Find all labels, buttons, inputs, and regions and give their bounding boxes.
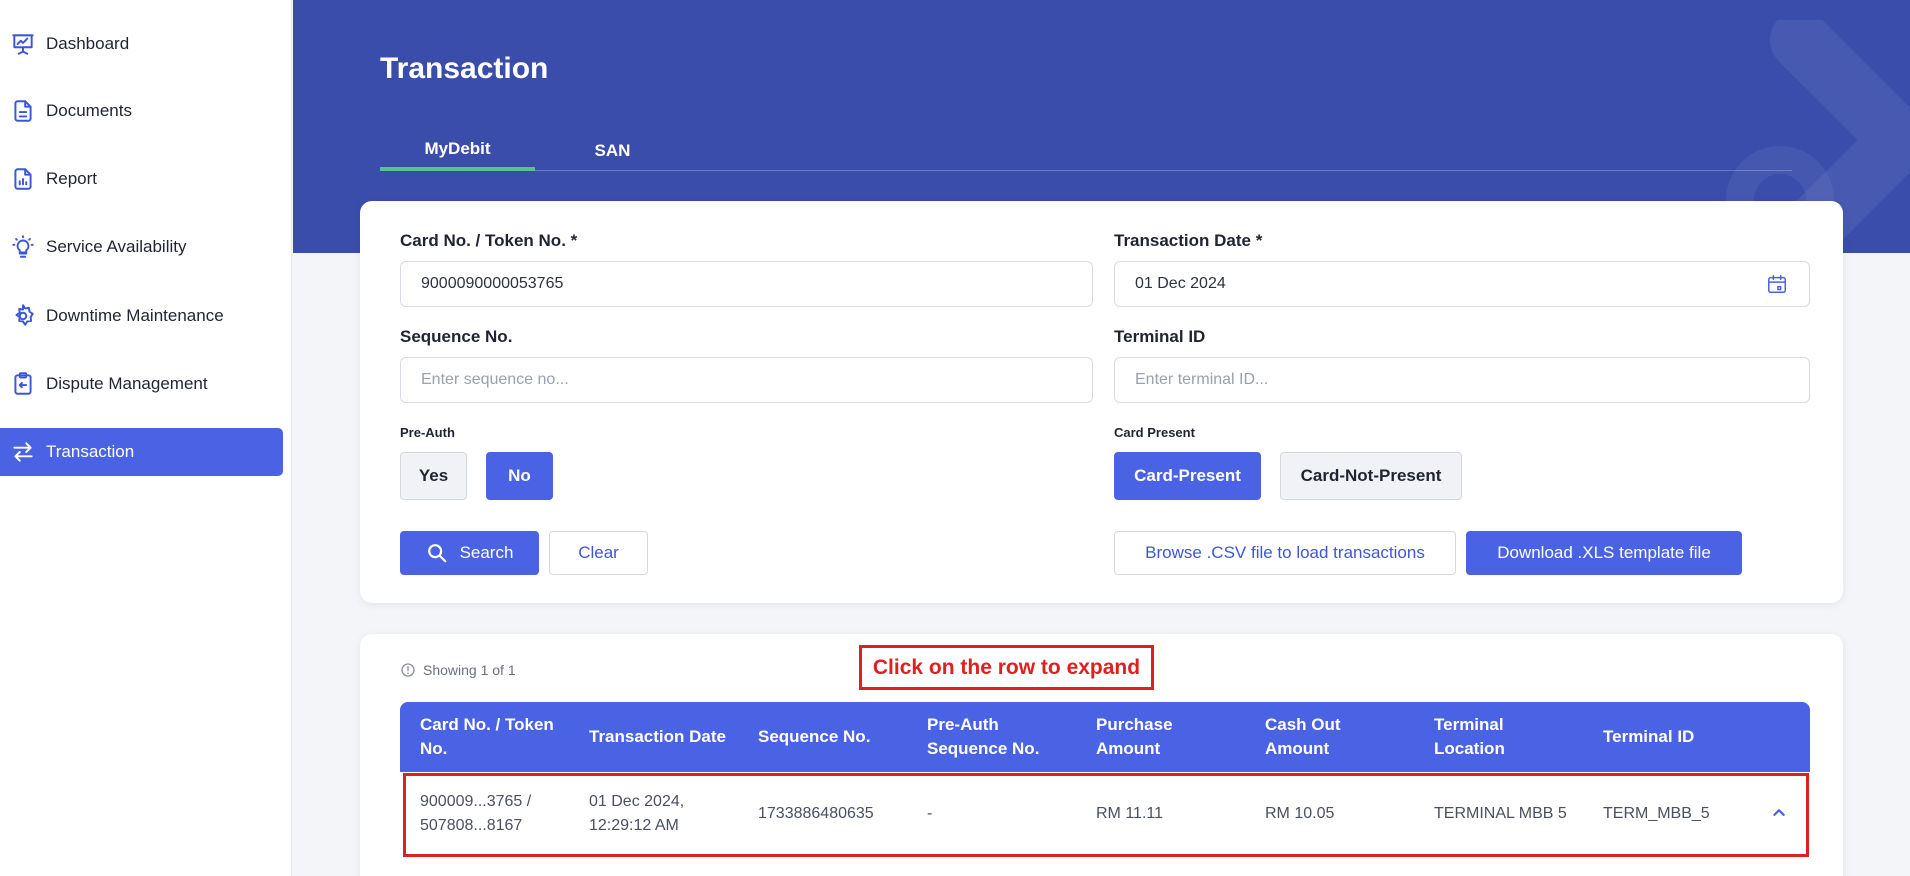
sidebar: Dashboard Documents Report Service Avail… bbox=[0, 0, 292, 876]
search-icon bbox=[427, 544, 446, 563]
column-header[interactable]: Cash Out Amount bbox=[1265, 702, 1365, 772]
sidebar-item-downtime-maintenance[interactable]: Downtime Maintenance bbox=[0, 292, 283, 340]
sidebar-item-dashboard[interactable]: Dashboard bbox=[0, 20, 283, 68]
sidebar-item-transaction[interactable]: Transaction bbox=[0, 428, 283, 476]
sidebar-item-label: Service Availability bbox=[46, 237, 187, 256]
column-header[interactable]: Terminal ID bbox=[1603, 702, 1753, 772]
sidebar-item-dispute-management[interactable]: Dispute Management bbox=[0, 360, 283, 408]
card-not-present-button[interactable]: Card-Not-Present bbox=[1280, 452, 1462, 500]
presentation-chart-icon bbox=[0, 31, 46, 57]
transaction-date-label: Transaction Date * bbox=[1114, 231, 1263, 250]
sidebar-item-label: Dashboard bbox=[46, 34, 130, 53]
cell-transaction-date: 01 Dec 2024, 12:29:12 AM bbox=[589, 793, 685, 834]
tab-bar: MyDebit SAN bbox=[380, 130, 1792, 171]
sidebar-item-report[interactable]: Report bbox=[0, 155, 283, 203]
info-icon bbox=[401, 663, 415, 677]
column-header[interactable]: Terminal Location bbox=[1434, 702, 1534, 772]
download-template-button[interactable]: Download .XLS template file bbox=[1466, 531, 1742, 575]
column-header[interactable]: Card No. / Token No. bbox=[420, 702, 570, 772]
card-present-button[interactable]: Card-Present bbox=[1114, 452, 1261, 500]
column-header[interactable]: Transaction Date bbox=[589, 702, 739, 772]
search-button[interactable]: Search bbox=[400, 531, 539, 575]
sidebar-item-service-availability[interactable]: Service Availability bbox=[0, 223, 283, 271]
column-header[interactable]: Purchase Amount bbox=[1096, 702, 1196, 772]
sidebar-item-label: Documents bbox=[46, 101, 132, 120]
sidebar-item-label: Downtime Maintenance bbox=[46, 306, 224, 325]
cell-card-no: 900009...3765 / 507808...8167 bbox=[420, 793, 532, 834]
cell-sequence-no: 1733886480635 bbox=[758, 805, 874, 822]
transaction-date-input[interactable] bbox=[1114, 261, 1810, 307]
table-row[interactable]: 900009...3765 / 507808...8167 01 Dec 202… bbox=[400, 772, 1810, 856]
cell-pre-auth-seq: - bbox=[927, 805, 933, 822]
sidebar-item-label: Transaction bbox=[46, 442, 135, 461]
clear-button[interactable]: Clear bbox=[549, 531, 648, 575]
results-count: Showing 1 of 1 bbox=[400, 662, 516, 678]
sidebar-item-label: Report bbox=[46, 169, 98, 188]
terminal-id-input[interactable] bbox=[1114, 357, 1810, 403]
calendar-icon[interactable] bbox=[1766, 273, 1788, 295]
pre-auth-no-button[interactable]: No bbox=[486, 452, 553, 500]
lightbulb-icon bbox=[0, 234, 46, 260]
swap-arrows-icon bbox=[0, 439, 46, 465]
clipboard-icon bbox=[0, 371, 46, 397]
sequence-no-input[interactable] bbox=[400, 357, 1093, 403]
card-no-label: Card No. / Token No. * bbox=[400, 231, 578, 250]
page-title: Transaction bbox=[380, 52, 549, 85]
table-header: Card No. / Token No. Transaction Date Se… bbox=[400, 702, 1810, 772]
pre-auth-yes-button[interactable]: Yes bbox=[400, 452, 467, 500]
browse-csv-button[interactable]: Browse .CSV file to load transactions bbox=[1114, 531, 1456, 575]
column-header[interactable]: Sequence No. bbox=[758, 702, 908, 772]
card-no-input[interactable] bbox=[400, 261, 1093, 307]
annotation-hint: Click on the row to expand bbox=[859, 645, 1154, 690]
gear-icon bbox=[0, 303, 46, 329]
report-icon bbox=[0, 166, 46, 192]
column-header[interactable]: Pre-Auth Sequence No. bbox=[927, 702, 1057, 772]
tab-san[interactable]: SAN bbox=[535, 130, 690, 171]
chevron-up-icon[interactable] bbox=[1768, 802, 1790, 824]
document-icon bbox=[0, 98, 46, 124]
cell-terminal-id: TERM_MBB_5 bbox=[1603, 805, 1710, 822]
pre-auth-label: Pre-Auth bbox=[400, 425, 455, 440]
card-present-label: Card Present bbox=[1114, 425, 1195, 440]
cell-terminal-location: TERMINAL MBB 5 bbox=[1434, 805, 1567, 822]
sidebar-item-label: Dispute Management bbox=[46, 374, 208, 393]
cell-purchase-amount: RM 11.11 bbox=[1096, 805, 1163, 822]
sequence-no-label: Sequence No. bbox=[400, 327, 513, 346]
sidebar-item-documents[interactable]: Documents bbox=[0, 87, 283, 135]
cell-cash-out-amount: RM 10.05 bbox=[1265, 805, 1335, 822]
results-count-text: Showing 1 of 1 bbox=[423, 662, 516, 678]
tab-mydebit[interactable]: MyDebit bbox=[380, 130, 535, 171]
search-button-label: Search bbox=[459, 543, 514, 562]
terminal-id-label: Terminal ID bbox=[1114, 327, 1206, 346]
